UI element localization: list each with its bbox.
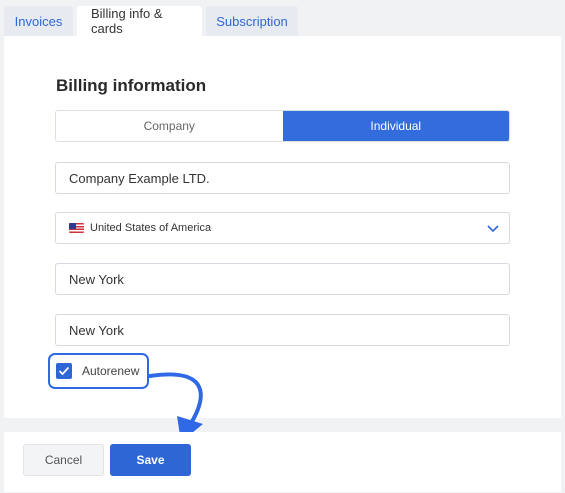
type-individual-button[interactable]: Individual <box>282 111 509 141</box>
company-name-input[interactable] <box>69 170 496 186</box>
company-name-field[interactable] <box>55 162 510 194</box>
tab-subscription[interactable]: Subscription <box>206 6 298 36</box>
cancel-button[interactable]: Cancel <box>23 444 104 476</box>
city-field[interactable] <box>55 263 510 295</box>
region-input[interactable] <box>69 322 496 338</box>
billing-panel: Billing information Company Individual U… <box>4 36 561 418</box>
city-input[interactable] <box>69 271 496 287</box>
autorenew-highlight: Autorenew <box>48 353 149 389</box>
autorenew-label: Autorenew <box>82 364 140 378</box>
region-field[interactable] <box>55 314 510 346</box>
autorenew-checkbox[interactable] <box>56 363 72 379</box>
tab-invoices[interactable]: Invoices <box>4 6 73 36</box>
tab-bar: Invoices Billing info & cards Subscripti… <box>4 6 298 36</box>
chevron-down-icon <box>487 225 499 233</box>
country-select[interactable]: United States of America <box>55 212 510 244</box>
form-footer: Cancel Save <box>4 432 561 492</box>
us-flag-icon <box>69 223 84 233</box>
save-button[interactable]: Save <box>110 444 191 476</box>
page-title: Billing information <box>56 76 207 95</box>
tab-billing-info-cards[interactable]: Billing info & cards <box>77 6 202 36</box>
checkmark-icon <box>58 366 70 376</box>
customer-type-toggle: Company Individual <box>55 110 510 142</box>
type-company-button[interactable]: Company <box>56 111 283 141</box>
country-value: United States of America <box>90 222 212 234</box>
